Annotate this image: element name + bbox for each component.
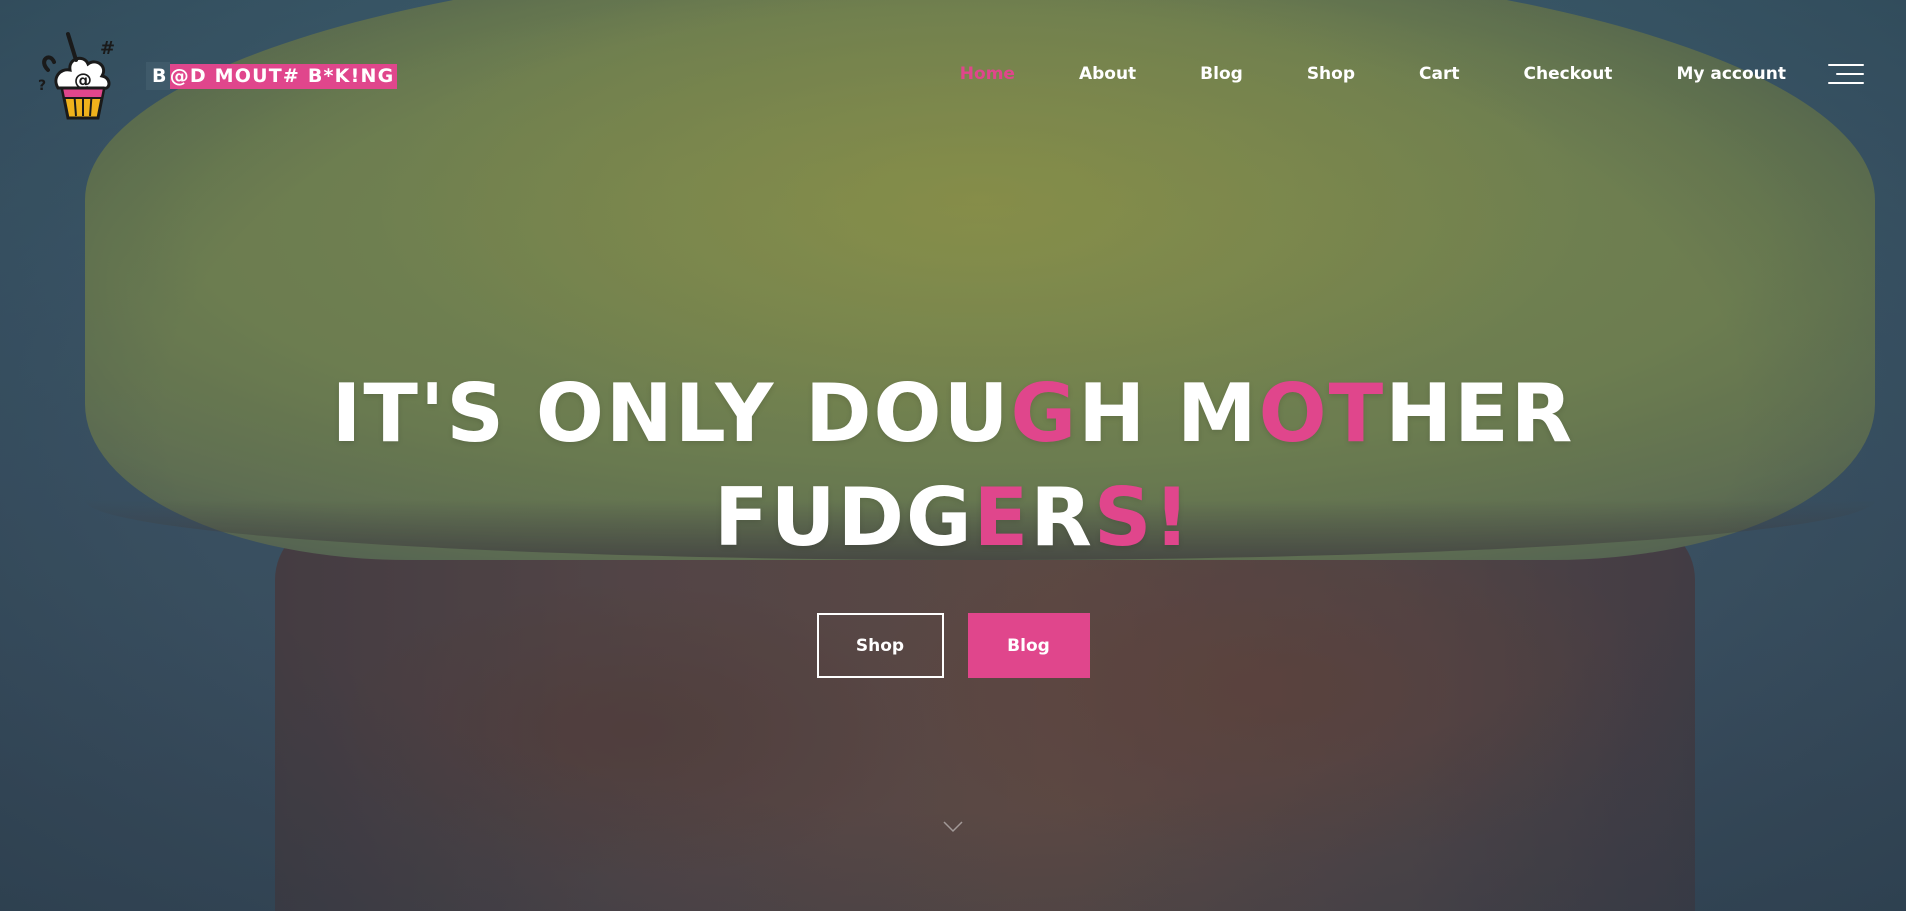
hero-buttons: Shop Blog	[0, 613, 1906, 678]
headline-line-2: FUDGERS!	[713, 471, 1193, 564]
nav-item-home[interactable]: Home	[960, 62, 1015, 86]
hero-headline: IT'S ONLY DOUGH MOTHER FUDGERS!	[0, 362, 1906, 570]
blog-button[interactable]: Blog	[967, 613, 1090, 678]
cupcake-logo-icon: @ # ?	[38, 32, 115, 120]
nav-item-my-account[interactable]: My account	[1676, 62, 1786, 86]
svg-text:#: #	[100, 38, 115, 59]
shop-button[interactable]: Shop	[816, 613, 944, 678]
nav-item-blog[interactable]: Blog	[1200, 62, 1243, 86]
chevron-down-icon[interactable]	[942, 820, 964, 834]
hamburger-menu-icon[interactable]	[1828, 62, 1864, 86]
svg-text:@: @	[74, 70, 92, 91]
site-header: @ # ? B @D MOUT# B*K!NG Home About Blog S…	[0, 0, 1906, 150]
nav-item-shop[interactable]: Shop	[1307, 62, 1355, 86]
nav-item-cart[interactable]: Cart	[1419, 62, 1459, 86]
brand-name[interactable]: B @D MOUT# B*K!NG	[146, 61, 398, 90]
nav-item-about[interactable]: About	[1079, 62, 1136, 86]
headline-line-1: IT'S ONLY DOUGH MOTHER	[331, 367, 1575, 460]
svg-text:?: ?	[38, 78, 46, 94]
nav-item-checkout[interactable]: Checkout	[1523, 62, 1612, 86]
logo-link[interactable]: @ # ? B @D MOUT# B*K!NG	[38, 30, 398, 122]
main-nav: Home About Blog Shop Cart Checkout My ac…	[896, 62, 1786, 86]
